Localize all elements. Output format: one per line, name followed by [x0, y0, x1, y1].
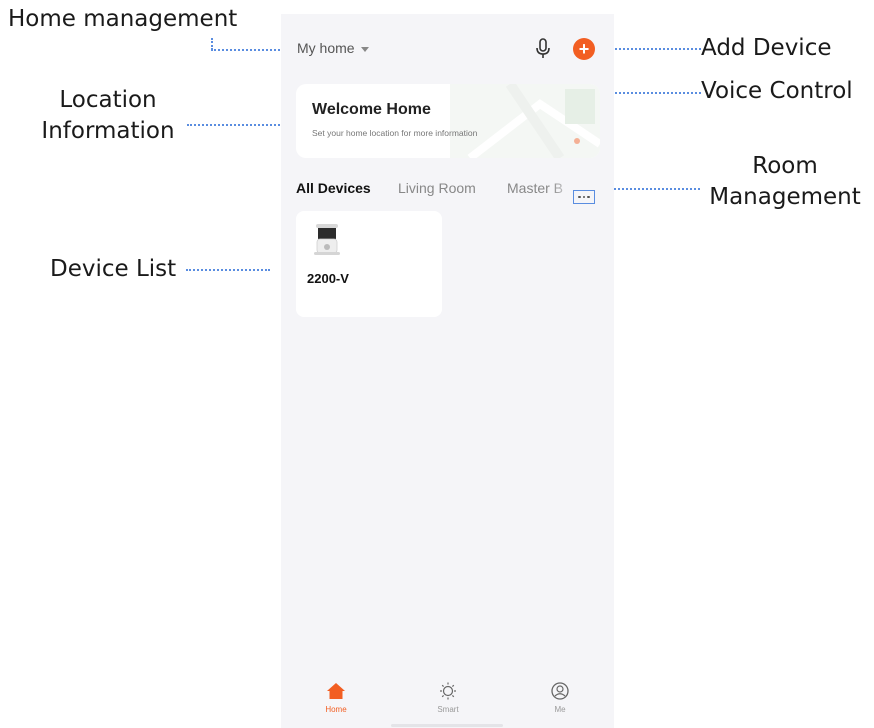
- room-management-icon[interactable]: [573, 190, 595, 204]
- profile-icon: [551, 682, 569, 700]
- bottom-nav: Home Smart Me: [281, 678, 614, 728]
- tab-all-devices[interactable]: All Devices: [296, 180, 371, 196]
- room-tabs: All Devices Living Room Master B: [296, 180, 596, 200]
- annotation-add-device: Add Device: [701, 35, 832, 61]
- device-card[interactable]: 2200-V: [296, 211, 442, 317]
- nav-home-label: Home: [325, 705, 347, 714]
- nav-me-label: Me: [554, 705, 566, 714]
- nav-smart-label: Smart: [437, 705, 459, 714]
- home-selector-label: My home: [297, 40, 355, 56]
- annotation-room-management: Room Management: [709, 153, 861, 211]
- location-card[interactable]: Welcome Home Set your home location for …: [296, 84, 600, 158]
- annotation-location-information: Location Information: [41, 87, 175, 145]
- annotation-home-management: Home management: [8, 6, 238, 32]
- annotation-voice-control: Voice Control: [701, 78, 853, 104]
- app-screen: My home + Welcome Home Set your home loc…: [281, 14, 614, 728]
- add-device-icon[interactable]: +: [573, 38, 595, 60]
- nav-home[interactable]: Home: [306, 682, 366, 714]
- welcome-subtitle: Set your home location for more informat…: [312, 128, 478, 138]
- annotation-device-list: Device List: [50, 256, 177, 282]
- feeder-device-image: [314, 224, 340, 255]
- tab-living-room[interactable]: Living Room: [398, 180, 476, 196]
- connector-location: [187, 124, 295, 126]
- device-name: 2200-V: [307, 271, 349, 286]
- home-icon: [327, 683, 345, 699]
- sun-icon: [440, 682, 456, 700]
- home-selector[interactable]: My home: [297, 40, 369, 56]
- chevron-down-icon: [360, 46, 369, 52]
- microphone-icon[interactable]: [534, 38, 552, 60]
- nav-smart[interactable]: Smart: [418, 682, 478, 714]
- home-indicator: [391, 724, 503, 727]
- welcome-title: Welcome Home: [312, 101, 431, 118]
- map-background: [450, 84, 600, 158]
- nav-me[interactable]: Me: [530, 682, 590, 714]
- connector-device-list: [186, 269, 270, 271]
